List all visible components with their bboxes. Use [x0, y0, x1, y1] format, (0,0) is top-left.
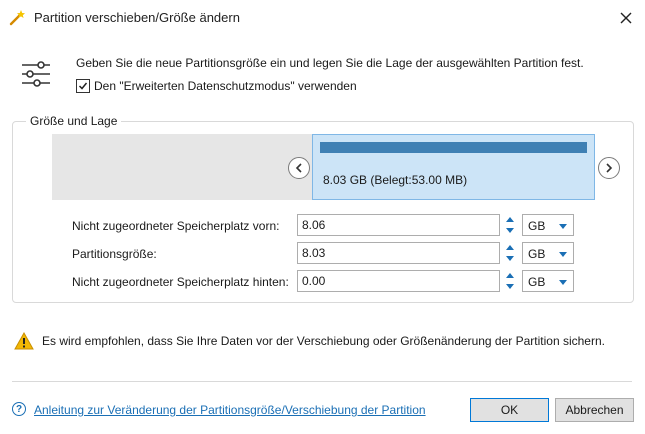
close-icon — [620, 12, 632, 24]
backup-warning-text: Es wird empfohlen, dass Sie Ihre Daten v… — [42, 334, 605, 348]
unallocated-after-input[interactable] — [298, 271, 499, 291]
help-icon[interactable]: ? — [12, 402, 26, 416]
spin-up-icon[interactable] — [503, 242, 517, 253]
spin-down-icon[interactable] — [503, 253, 517, 264]
partition-size-label: 8.03 GB (Belegt:53.00 MB) — [323, 173, 468, 187]
unallocated-before-spinner[interactable] — [503, 214, 517, 236]
move-left-button[interactable] — [288, 157, 310, 179]
cancel-button[interactable]: Abbrechen — [555, 398, 634, 422]
ok-button[interactable]: OK — [470, 398, 549, 422]
checkmark-icon — [78, 82, 88, 90]
unallocated-before-input[interactable] — [298, 215, 499, 235]
footer-divider — [12, 381, 632, 382]
partition-size-field[interactable] — [297, 242, 500, 264]
unallocated-before-label: Nicht zugeordneter Speicherplatz vorn: — [72, 219, 280, 233]
spin-up-icon[interactable] — [503, 214, 517, 225]
spin-up-icon[interactable] — [503, 270, 517, 281]
group-title: Größe und Lage — [26, 114, 122, 128]
dropdown-arrow-icon — [559, 224, 567, 229]
dialog-description: Geben Sie die neue Partitionsgröße ein u… — [76, 56, 584, 70]
chevron-right-icon — [606, 163, 613, 173]
unit-value: GB — [528, 247, 546, 261]
sliders-icon — [20, 58, 52, 90]
privacy-mode-checkbox[interactable] — [76, 79, 90, 93]
unallocated-after-unit-select[interactable]: GB — [522, 270, 574, 292]
unallocated-after-label: Nicht zugeordneter Speicherplatz hinten: — [72, 275, 289, 289]
unallocated-before-field[interactable] — [297, 214, 500, 236]
privacy-mode-label[interactable]: Den "Erweiterten Datenschutzmodus" verwe… — [94, 79, 357, 93]
dropdown-arrow-icon — [559, 280, 567, 285]
chevron-left-icon — [295, 163, 302, 173]
partition-size-spinner[interactable] — [503, 242, 517, 264]
partition-size-field-label: Partitionsgröße: — [72, 247, 157, 261]
warning-icon — [14, 331, 34, 350]
dropdown-arrow-icon — [559, 252, 567, 257]
partition-size-unit-select[interactable]: GB — [522, 242, 574, 264]
unallocated-after-field[interactable] — [297, 270, 500, 292]
unallocated-before-unit-select[interactable]: GB — [522, 214, 574, 236]
used-space-bar — [320, 142, 587, 153]
help-link[interactable]: Anleitung zur Veränderung der Partitions… — [34, 403, 426, 417]
move-right-button[interactable] — [598, 157, 620, 179]
window-title: Partition verschieben/Größe ändern — [34, 10, 240, 25]
spin-down-icon[interactable] — [503, 225, 517, 236]
app-wand-icon — [8, 9, 26, 27]
unallocated-after-spinner[interactable] — [503, 270, 517, 292]
partition-size-input[interactable] — [298, 243, 499, 263]
unit-value: GB — [528, 275, 546, 289]
close-button[interactable] — [614, 6, 638, 30]
unit-value: GB — [528, 219, 546, 233]
spin-down-icon[interactable] — [503, 281, 517, 292]
